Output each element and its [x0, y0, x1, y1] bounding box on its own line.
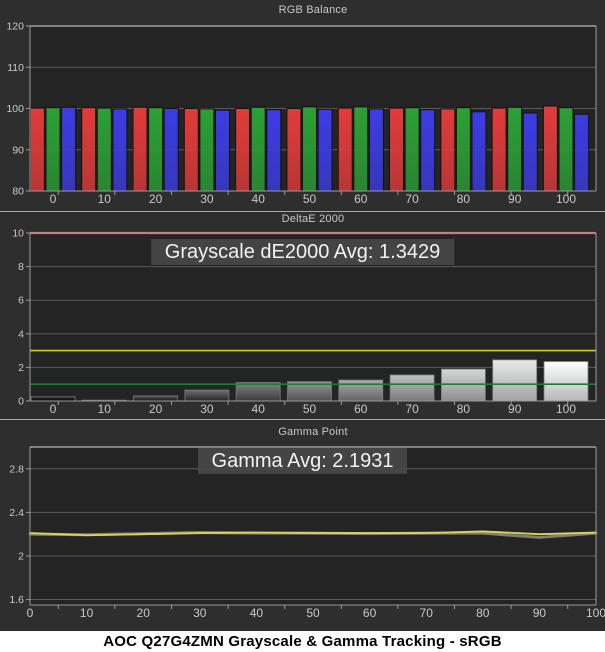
- x-tick-label: 70: [420, 606, 434, 620]
- deltae-bar: [338, 379, 384, 402]
- x-tick-label: 70: [405, 192, 419, 206]
- y-tick-label: 80: [12, 186, 24, 198]
- red-bar: [440, 108, 456, 192]
- x-tick-label: 60: [354, 402, 368, 416]
- x-tick-label: 20: [149, 192, 163, 206]
- y-tick-label: 10: [12, 228, 24, 240]
- blue-bar: [471, 111, 487, 192]
- x-tick-label: 100: [556, 192, 576, 206]
- green-bar: [96, 107, 112, 192]
- x-tick-label: 80: [457, 402, 471, 416]
- blue-bar: [112, 108, 128, 192]
- y-tick-label: 2: [18, 550, 24, 562]
- x-tick-label: 90: [508, 402, 522, 416]
- x-tick-label: 10: [98, 192, 112, 206]
- blue-bar: [522, 112, 538, 192]
- x-tick-label: 100: [586, 606, 605, 620]
- x-tick-label: 80: [457, 192, 471, 206]
- red-bar: [337, 107, 353, 192]
- calman-calibration-report: RGB Balance 80 90 100 110 120 0 10 20 30 40 50 60 70…: [0, 0, 605, 652]
- red-bar: [235, 108, 251, 192]
- x-tick-label: 60: [354, 192, 368, 206]
- rgb-balance-chart: 80 90 100 110 120 0 10 20 30 40 50 60 70 80 90 100: [6, 21, 597, 206]
- x-tick-label: 70: [405, 402, 419, 416]
- red-bar: [29, 107, 45, 192]
- y-tick-label: 0: [18, 396, 24, 408]
- red-bar: [81, 107, 97, 192]
- blue-bar: [61, 106, 77, 192]
- y-tick-label: 1.6: [9, 594, 24, 606]
- y-tick-label: 110: [7, 62, 24, 74]
- x-tick-label: 90: [533, 606, 547, 620]
- red-bar: [491, 107, 507, 192]
- green-bar: [148, 107, 164, 192]
- x-tick-label: 20: [149, 402, 163, 416]
- y-tick-label: 100: [6, 103, 24, 115]
- deltae-bar: [440, 368, 486, 402]
- deltae-bar: [492, 359, 538, 402]
- x-tick-label: 0: [27, 606, 34, 620]
- y-tick-label: 120: [6, 21, 24, 33]
- grayscale-average-overlay: Grayscale dE2000 Avg: 1.3429: [150, 239, 455, 265]
- deltae-bar: [133, 395, 179, 402]
- green-bar: [302, 106, 317, 192]
- deltae-bar: [30, 396, 76, 402]
- x-tick-label: 10: [98, 402, 112, 416]
- x-tick-label: 100: [556, 402, 576, 416]
- x-tick-label: 30: [200, 192, 214, 206]
- x-tick-label: 60: [363, 606, 377, 620]
- red-bar: [542, 105, 558, 192]
- x-tick-label: 40: [252, 192, 266, 206]
- green-bar: [404, 107, 420, 192]
- blue-bar: [215, 109, 230, 192]
- x-tick-label: 50: [303, 192, 317, 206]
- deltae-bar: [389, 374, 435, 402]
- green-bar: [558, 107, 574, 192]
- red-bar: [389, 107, 404, 192]
- blue-bar: [574, 113, 590, 192]
- green-bar: [353, 106, 369, 192]
- gamma-average-overlay: Gamma Avg: 2.1931: [197, 448, 408, 474]
- blue-bar: [317, 108, 333, 192]
- y-tick-label: 4: [18, 328, 24, 340]
- red-bar: [183, 108, 199, 192]
- blue-bar: [163, 108, 179, 192]
- deltae-bar: [184, 389, 230, 402]
- x-tick-label: 50: [306, 606, 320, 620]
- red-bar: [132, 106, 148, 192]
- y-tick-label: 8: [18, 261, 24, 273]
- green-bar: [250, 106, 266, 192]
- x-tick-label: 80: [476, 606, 490, 620]
- x-tick-label: 40: [250, 606, 264, 620]
- x-tick-label: 30: [193, 606, 207, 620]
- deltae-bar: [235, 382, 281, 402]
- x-tick-label: 10: [80, 606, 94, 620]
- x-tick-label: 0: [50, 192, 57, 206]
- blue-bar: [420, 109, 436, 192]
- y-tick-label: 2.4: [9, 507, 24, 519]
- x-tick-label: 0: [50, 402, 57, 416]
- y-tick-label: 90: [12, 144, 24, 156]
- blue-bar: [266, 109, 282, 192]
- deltae-bar: [543, 361, 589, 402]
- x-tick-label: 30: [200, 402, 214, 416]
- y-tick-label: 2: [18, 362, 24, 374]
- x-tick-label: 50: [303, 402, 317, 416]
- blue-bar: [368, 108, 384, 192]
- green-bar: [507, 106, 523, 192]
- green-bar: [45, 107, 61, 192]
- x-tick-label: 90: [508, 192, 522, 206]
- x-tick-label: 20: [137, 606, 151, 620]
- x-tick-label: 40: [252, 402, 266, 416]
- report-title: AOC Q27G4ZMN Grayscale & Gamma Tracking …: [0, 631, 605, 652]
- green-bar: [455, 107, 471, 192]
- y-tick-label: 6: [18, 295, 24, 307]
- red-bar: [286, 108, 302, 192]
- y-tick-label: 2.8: [9, 463, 24, 475]
- green-bar: [199, 108, 215, 192]
